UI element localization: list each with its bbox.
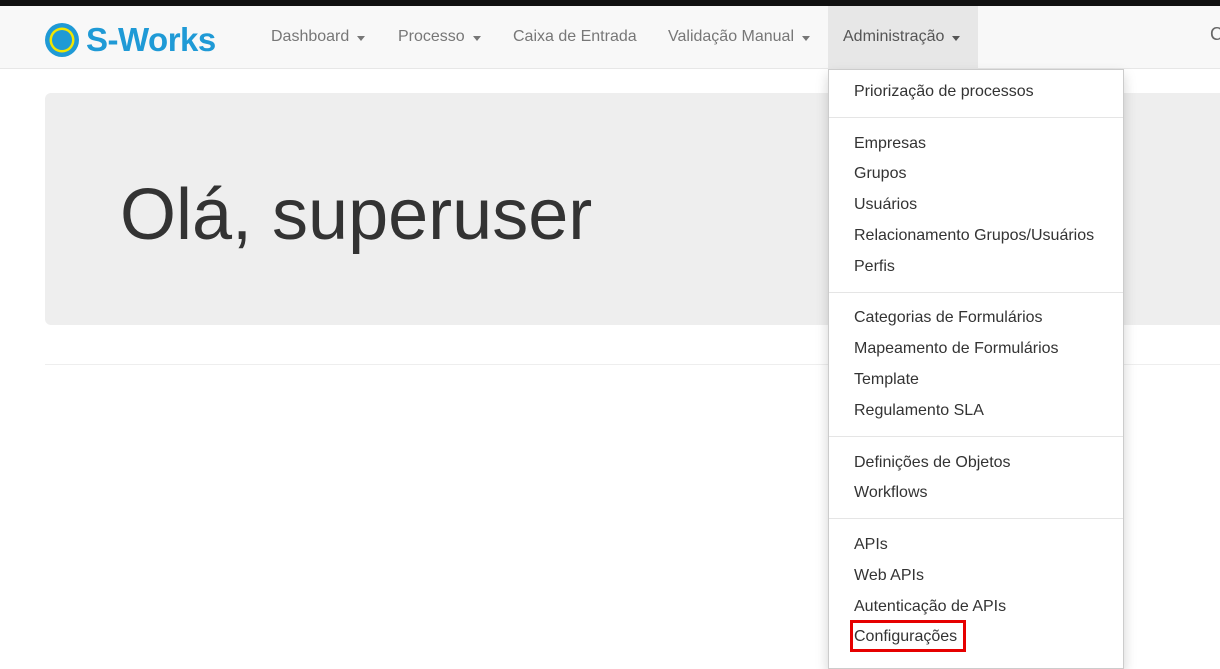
menu-item-perfis[interactable]: Perfis: [854, 257, 895, 277]
nav-caixa-de-entrada-label: Caixa de Entrada: [513, 28, 637, 45]
menu-divider: [829, 117, 1123, 118]
menu-item-template[interactable]: Template: [854, 370, 919, 390]
menu-item-regulamento-sla[interactable]: Regulamento SLA: [854, 401, 984, 421]
menu-divider: [829, 518, 1123, 519]
nav-processo-label: Processo: [398, 28, 465, 45]
menu-item-priorizacao-de-processos[interactable]: Priorização de processos: [854, 82, 1034, 102]
menu-item-grupos[interactable]: Grupos: [854, 164, 906, 184]
nav-administracao[interactable]: Administração: [828, 6, 978, 68]
s-works-logo-icon: [45, 23, 79, 57]
nav-dashboard-label: Dashboard: [271, 28, 350, 45]
menu-item-workflows[interactable]: Workflows: [854, 483, 928, 503]
menu-item-usuarios[interactable]: Usuários: [854, 195, 917, 215]
brand-logo-link[interactable]: S-Works: [44, 22, 216, 58]
menu-item-relacionamento-grupos-usuarios[interactable]: Relacionamento Grupos/Usuários: [854, 226, 1094, 246]
menu-item-empresas[interactable]: Empresas: [854, 134, 926, 154]
caret-down-icon: [472, 35, 481, 41]
caret-down-icon: [802, 35, 811, 41]
brand-name: S-Works: [86, 21, 216, 58]
greeting-heading: Olá, superuser: [120, 175, 593, 255]
menu-divider: [829, 436, 1123, 437]
caret-down-icon: [357, 35, 366, 41]
nav-validacao-manual[interactable]: Validação Manual: [653, 6, 825, 68]
navbar: S-Works Dashboard Processo Caixa de Entr…: [0, 6, 1220, 69]
highlight-box-configuracoes: [850, 620, 966, 652]
nav-validacao-manual-label: Validação Manual: [668, 28, 795, 45]
nav-caixa-de-entrada[interactable]: Caixa de Entrada: [498, 6, 652, 68]
menu-item-mapeamento-de-formularios[interactable]: Mapeamento de Formulários: [854, 339, 1059, 359]
caret-down-icon: [952, 35, 961, 41]
search-icon[interactable]: C: [1210, 24, 1220, 45]
nav-dashboard[interactable]: Dashboard: [256, 6, 380, 68]
menu-item-web-apis[interactable]: Web APIs: [854, 566, 924, 586]
menu-divider: [829, 292, 1123, 293]
menu-item-apis[interactable]: APIs: [854, 535, 888, 555]
nav-administracao-label: Administração: [843, 28, 945, 45]
nav-processo[interactable]: Processo: [383, 6, 496, 68]
admin-dropdown-menu: Priorização de processos Empresas Grupos…: [828, 69, 1124, 669]
menu-item-categorias-de-formularios[interactable]: Categorias de Formulários: [854, 308, 1043, 328]
menu-item-autenticacao-de-apis[interactable]: Autenticação de APIs: [854, 597, 1006, 617]
menu-item-definicoes-de-objetos[interactable]: Definições de Objetos: [854, 453, 1011, 473]
